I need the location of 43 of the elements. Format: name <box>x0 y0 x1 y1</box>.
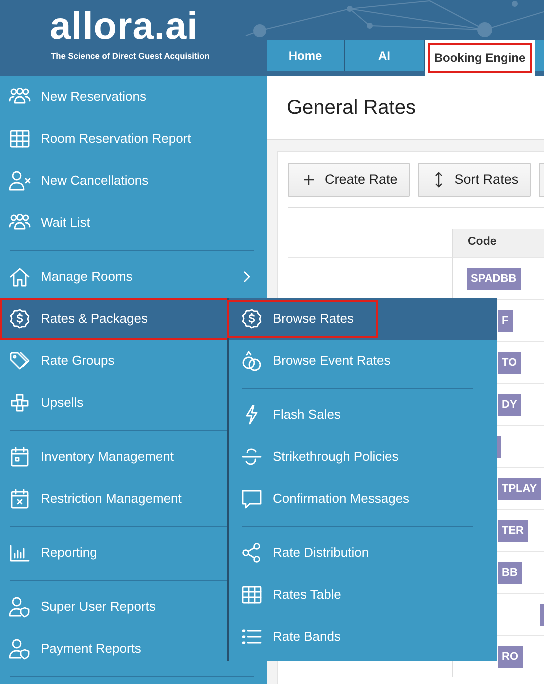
column-header: Code <box>452 229 544 257</box>
grid-icon <box>241 584 263 606</box>
code-tag: TPLAY <box>498 478 542 500</box>
code-tag: SPADBB <box>467 268 521 290</box>
share-icon <box>241 542 263 564</box>
cubes-icon <box>9 392 31 414</box>
user-shield-icon <box>9 596 31 618</box>
sidebar-item[interactable]: New Cancellations <box>0 160 267 202</box>
code-tag: TO <box>498 352 522 374</box>
nav-tab[interactable] <box>535 40 544 71</box>
home-icon <box>9 266 31 288</box>
toolbar-button[interactable]: Sort Rates <box>418 163 531 197</box>
tagline: The Science of Direct Guest Acquisition <box>51 50 211 63</box>
nav-tab[interactable]: Home <box>267 40 345 71</box>
plus-icon <box>302 172 316 188</box>
sidebar-item[interactable]: Wait List <box>0 202 267 244</box>
sidebar-item[interactable]: Room Reservation Report <box>0 118 267 160</box>
page-title: General Rates <box>287 96 416 120</box>
code-tag: TER <box>498 520 528 542</box>
calendar-icon <box>9 446 31 468</box>
nav-tab[interactable]: AI <box>345 40 425 71</box>
user-remove-icon <box>9 170 31 192</box>
toolbar-button[interactable]: Create Rate <box>288 163 410 197</box>
code-tag: BB <box>498 562 522 584</box>
dollar-badge-icon <box>9 308 31 330</box>
strikethrough-icon <box>241 446 263 468</box>
tag-icon <box>9 350 31 372</box>
nav-tab[interactable]: Booking Engine <box>425 40 535 76</box>
code-tag: RO <box>498 646 522 668</box>
code-tag <box>497 436 501 458</box>
submenu-item[interactable]: Browse Rates <box>229 298 497 340</box>
user-shield-icon <box>9 638 31 660</box>
grid-icon <box>9 128 31 150</box>
sidebar-item[interactable]: New Reservations <box>0 76 267 118</box>
rings-icon <box>241 350 263 372</box>
chevron-right-icon <box>243 271 251 283</box>
dollar-badge-icon <box>241 308 263 330</box>
chat-bubble-icon <box>241 488 263 510</box>
code-tag: DY <box>498 394 522 416</box>
logo: allora.ai <box>50 8 200 46</box>
calendar-remove-icon <box>9 488 31 510</box>
sidebar-item[interactable]: Manage Rooms <box>0 256 267 298</box>
code-tag: F <box>498 310 513 332</box>
